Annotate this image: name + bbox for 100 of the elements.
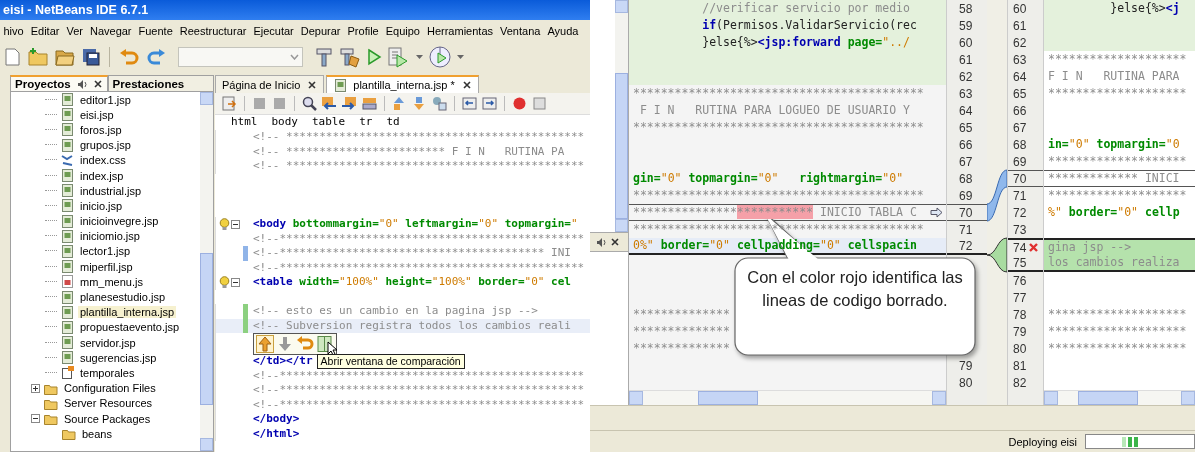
horizontal-scrollbar[interactable] — [629, 390, 946, 405]
highlighter-icon[interactable] — [361, 95, 378, 112]
tree-item[interactable]: sugerencias.jsp — [78, 351, 159, 364]
tree-item[interactable]: inicio.jsp — [78, 199, 125, 212]
collapse-icon[interactable] — [231, 220, 240, 229]
tree-item[interactable]: Configuration Files — [62, 382, 158, 395]
undo-icon[interactable] — [118, 47, 140, 67]
menu-item[interactable]: Ver — [62, 24, 87, 37]
breadcrumb-item[interactable]: body — [271, 115, 298, 128]
record-icon[interactable] — [511, 95, 528, 112]
tree-item[interactable]: plantilla_interna.jsp — [78, 306, 177, 319]
tree-item[interactable]: lector1.jsp — [78, 245, 133, 258]
tree-item[interactable]: eisi.jsp — [78, 108, 116, 121]
expand-icon[interactable] — [31, 383, 40, 393]
caret-icon[interactable] — [457, 54, 464, 60]
menu-item[interactable]: Profile — [344, 24, 383, 37]
code-line: ************************** INICIO TABLA C — [633, 204, 917, 221]
square-icon[interactable] — [271, 95, 288, 112]
tree-item[interactable]: servidor.jsp — [78, 336, 138, 349]
redo-icon[interactable] — [145, 47, 167, 67]
menu-item[interactable]: Reestructurar — [176, 24, 250, 37]
breadcrumb-item[interactable]: html — [231, 115, 258, 128]
tree-item[interactable]: miperfil.jsp — [78, 260, 135, 273]
menu-item[interactable]: Editar — [27, 24, 63, 37]
close-icon[interactable] — [92, 79, 103, 89]
horizontal-scrollbar[interactable] — [1044, 390, 1195, 405]
collapse-icon[interactable] — [31, 414, 40, 424]
editor-tab[interactable]: plantilla_interna.jsp * — [326, 75, 479, 93]
collapse-icon[interactable] — [231, 278, 240, 287]
tree-item[interactable]: beans — [80, 427, 114, 440]
menu-item[interactable]: Depurar — [297, 24, 345, 37]
line-number: 72 — [959, 238, 973, 253]
jsp-file-icon — [60, 243, 75, 259]
vertical-scrollbar[interactable] — [200, 92, 213, 451]
minimize-icon[interactable] — [596, 236, 606, 248]
hammer-icon[interactable] — [314, 46, 334, 68]
jsp-file-icon — [60, 168, 75, 184]
minimize-icon[interactable] — [76, 78, 87, 90]
panel-tab[interactable]: Prestaciones — [107, 75, 214, 91]
tree-item[interactable]: propuestaevento.jsp — [78, 321, 182, 334]
menu-item[interactable]: Equipo — [382, 24, 424, 37]
breadcrumb-item[interactable]: table — [312, 115, 346, 128]
new-file-icon[interactable] — [2, 47, 22, 67]
editor-tab[interactable]: Página de Inicio — [215, 75, 325, 93]
tree-item[interactable]: iniciomio.jsp — [78, 230, 142, 243]
tree-item[interactable]: grupos.jsp — [78, 139, 133, 152]
menu-item[interactable]: Ventana — [496, 24, 544, 37]
menu-item[interactable]: Fuente — [135, 24, 177, 37]
play-icon[interactable] — [366, 47, 382, 67]
close-icon[interactable] — [461, 80, 472, 90]
new-folder-icon[interactable] — [27, 47, 49, 67]
menu-item[interactable]: hivo — [0, 24, 28, 37]
arrow-up-icon[interactable] — [256, 334, 274, 353]
arrow-right-icon[interactable] — [341, 95, 358, 112]
indent-left-icon[interactable] — [461, 95, 478, 112]
panel-tab[interactable]: Proyectos — [10, 75, 108, 91]
stop-icon[interactable] — [531, 95, 548, 112]
arrow-left-icon[interactable] — [321, 95, 338, 112]
caret-icon[interactable] — [416, 54, 423, 60]
line-number: 58 — [959, 1, 973, 16]
tree-item[interactable]: inicioinvegre.jsp — [78, 215, 161, 228]
menu-item[interactable]: Navegar — [86, 24, 136, 37]
tree-item[interactable]: temporales — [78, 366, 137, 379]
line-number: 64 — [959, 103, 973, 118]
breadcrumb-item[interactable]: tr — [359, 115, 373, 128]
gauge-play-icon[interactable] — [428, 45, 452, 69]
open-folder-icon[interactable] — [54, 47, 76, 67]
arrow-down-icon[interactable] — [276, 334, 294, 353]
tree-item[interactable]: industrial.jsp — [78, 184, 144, 197]
tree-item[interactable]: mm_menu.js — [78, 275, 145, 288]
tree-item[interactable]: Source Packages — [62, 412, 153, 425]
close-icon[interactable] — [307, 79, 318, 90]
tree-item[interactable]: index.css — [78, 154, 128, 167]
menu-item[interactable]: Ayuda — [543, 24, 582, 37]
menu-item[interactable]: Ejecutar — [249, 24, 298, 37]
cursor-icon — [327, 341, 337, 356]
hammer-brush-icon[interactable] — [339, 46, 361, 68]
close-icon[interactable] — [610, 237, 620, 247]
tree-item[interactable]: editor1.jsp — [78, 93, 133, 106]
code-line: <!-- ********************************************* — [253, 159, 585, 174]
shapes-icon[interactable] — [431, 95, 448, 112]
square-icon[interactable] — [251, 95, 268, 112]
code-line: ****************************************** — [633, 85, 924, 102]
line-number: 80 — [1013, 341, 1027, 356]
code-line: ******************** — [1048, 187, 1187, 204]
vertical-scrollbar[interactable] — [615, 0, 628, 232]
code-line: if(Permisos.ValidarServicio(rec — [701, 17, 917, 34]
breadcrumb-item[interactable]: td — [386, 115, 400, 128]
tree-item[interactable]: planesestudio.jsp — [78, 291, 167, 304]
tree-item[interactable]: foros.jsp — [78, 123, 124, 136]
tree-item[interactable]: index.jsp — [78, 169, 126, 182]
jsp-file-icon — [60, 183, 75, 199]
tooltip: Abrir ventana de comparación — [316, 353, 465, 369]
menu-item[interactable]: Herramientas — [423, 24, 497, 37]
save-icon[interactable] — [81, 47, 101, 67]
tree-item[interactable]: Server Resources — [62, 397, 155, 410]
line-number: 64 — [1013, 69, 1027, 84]
search-icon[interactable] — [301, 95, 318, 112]
indent-right-icon[interactable] — [481, 95, 498, 112]
replace-arrow-icon[interactable] — [930, 207, 944, 218]
